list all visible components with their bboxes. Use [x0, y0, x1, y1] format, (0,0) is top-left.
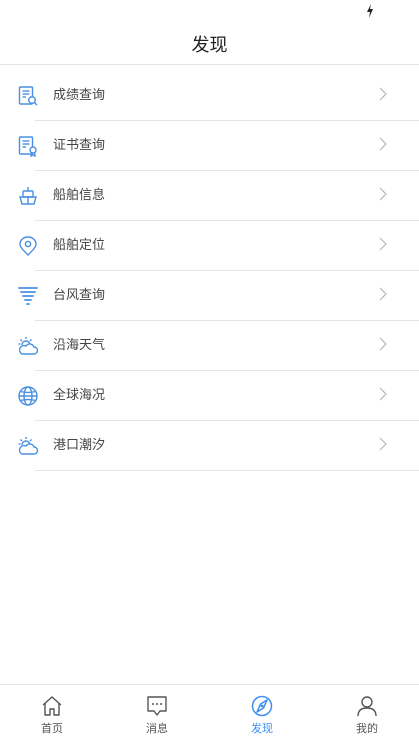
location-pin-icon [19, 236, 37, 256]
chevron-right-icon [379, 287, 387, 301]
chevron-right-icon [379, 387, 387, 401]
home-icon [42, 696, 62, 716]
menu-item-score-query[interactable]: 成绩查询 [0, 71, 419, 121]
discover-menu-list: 成绩查询 证书查询 船舶信息 船舶定位 台风查询 沿海天气 全球海况 港口潮汐 [0, 71, 419, 471]
tab-profile[interactable]: 我的 [315, 685, 419, 745]
typhoon-icon [18, 287, 38, 305]
menu-item-global-sea-state[interactable]: 全球海况 [0, 371, 419, 421]
chevron-right-icon [379, 87, 387, 101]
page-title: 发现 [191, 35, 228, 56]
message-icon [147, 696, 167, 716]
ship-icon [19, 187, 37, 205]
menu-item-label: 全球海况 [53, 388, 106, 403]
tab-label: 首页 [41, 722, 63, 735]
chevron-right-icon [379, 437, 387, 451]
chevron-right-icon [379, 237, 387, 251]
score-query-icon [18, 86, 38, 106]
menu-item-typhoon-query[interactable]: 台风查询 [0, 271, 419, 321]
tab-label: 消息 [146, 722, 168, 735]
bottom-tab-bar: 首页 消息 发现 我的 [0, 684, 419, 744]
tab-discover[interactable]: 发现 [210, 685, 314, 745]
user-icon [357, 696, 377, 717]
menu-item-ship-info[interactable]: 船舶信息 [0, 171, 419, 221]
menu-item-label: 船舶定位 [53, 238, 106, 253]
tab-messages[interactable]: 消息 [105, 685, 209, 745]
chevron-right-icon [379, 337, 387, 351]
status-bar [0, 0, 419, 24]
menu-item-label: 船舶信息 [53, 188, 106, 203]
compass-icon [251, 695, 273, 717]
menu-item-label: 港口潮汐 [53, 438, 106, 453]
menu-item-coastal-weather[interactable]: 沿海天气 [0, 321, 419, 371]
tab-label: 我的 [356, 722, 378, 735]
page-header: 发现 [0, 24, 419, 65]
tab-home[interactable]: 首页 [0, 685, 104, 745]
chevron-right-icon [379, 187, 387, 201]
menu-item-port-tide[interactable]: 港口潮汐 [0, 421, 419, 471]
menu-item-label: 台风查询 [53, 288, 106, 303]
chevron-right-icon [379, 137, 387, 151]
menu-item-label: 证书查询 [53, 138, 106, 153]
menu-item-label: 成绩查询 [53, 88, 106, 103]
menu-item-certificate-query[interactable]: 证书查询 [0, 121, 419, 171]
tide-cloud-sun-icon [18, 437, 39, 455]
divider [35, 470, 419, 471]
globe-icon [18, 386, 38, 406]
menu-item-label: 沿海天气 [53, 338, 106, 353]
menu-item-ship-location[interactable]: 船舶定位 [0, 221, 419, 271]
charging-icon [367, 4, 373, 18]
weather-cloud-sun-icon [18, 337, 39, 355]
certificate-icon [18, 136, 37, 157]
tab-label: 发现 [251, 722, 273, 735]
